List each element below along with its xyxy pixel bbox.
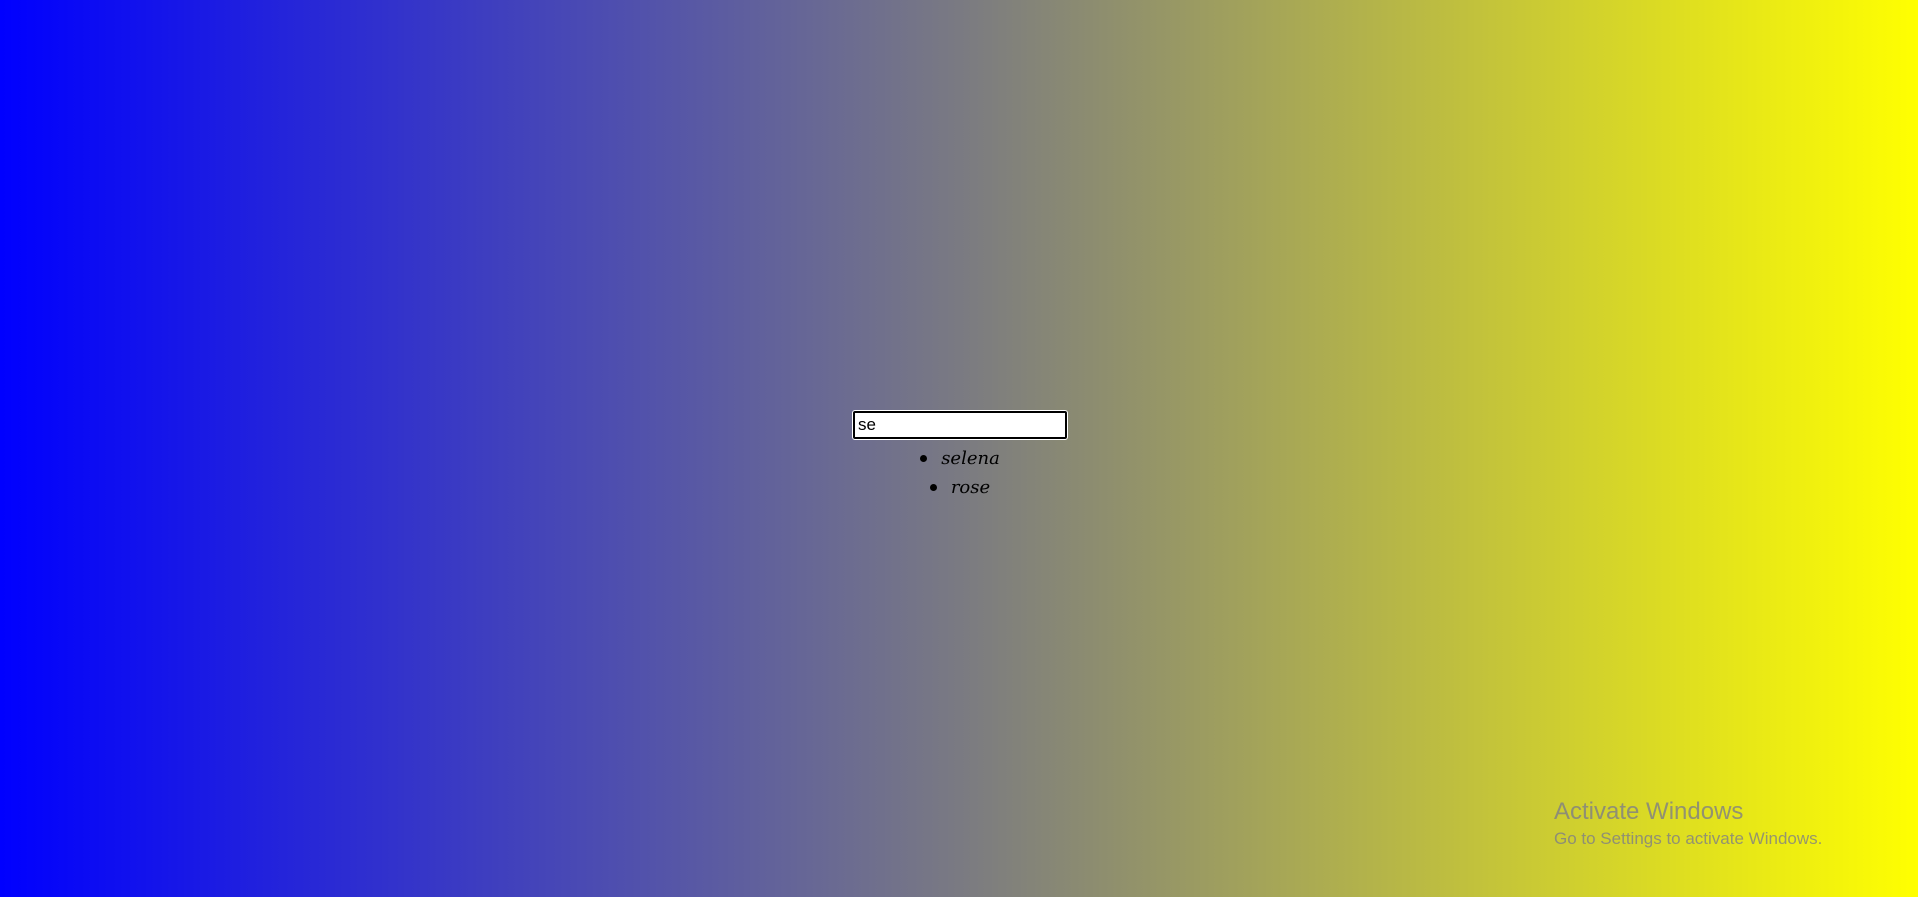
list-item[interactable]: selena bbox=[853, 444, 1067, 473]
list-item[interactable]: rose bbox=[853, 473, 1067, 502]
result-label: selena bbox=[941, 448, 1000, 469]
bullet-icon bbox=[929, 484, 937, 491]
watermark-title: Activate Windows bbox=[1554, 798, 1744, 825]
search-input[interactable] bbox=[852, 410, 1068, 440]
activate-windows-watermark: Activate Windows Go to Settings to activ… bbox=[1554, 797, 1822, 851]
watermark-subtitle: Go to Settings to activate Windows. bbox=[1554, 829, 1823, 848]
search-container: selena rose bbox=[852, 410, 1068, 502]
result-label: rose bbox=[950, 477, 991, 498]
bullet-icon bbox=[920, 455, 928, 462]
results-list: selena rose bbox=[853, 444, 1067, 502]
